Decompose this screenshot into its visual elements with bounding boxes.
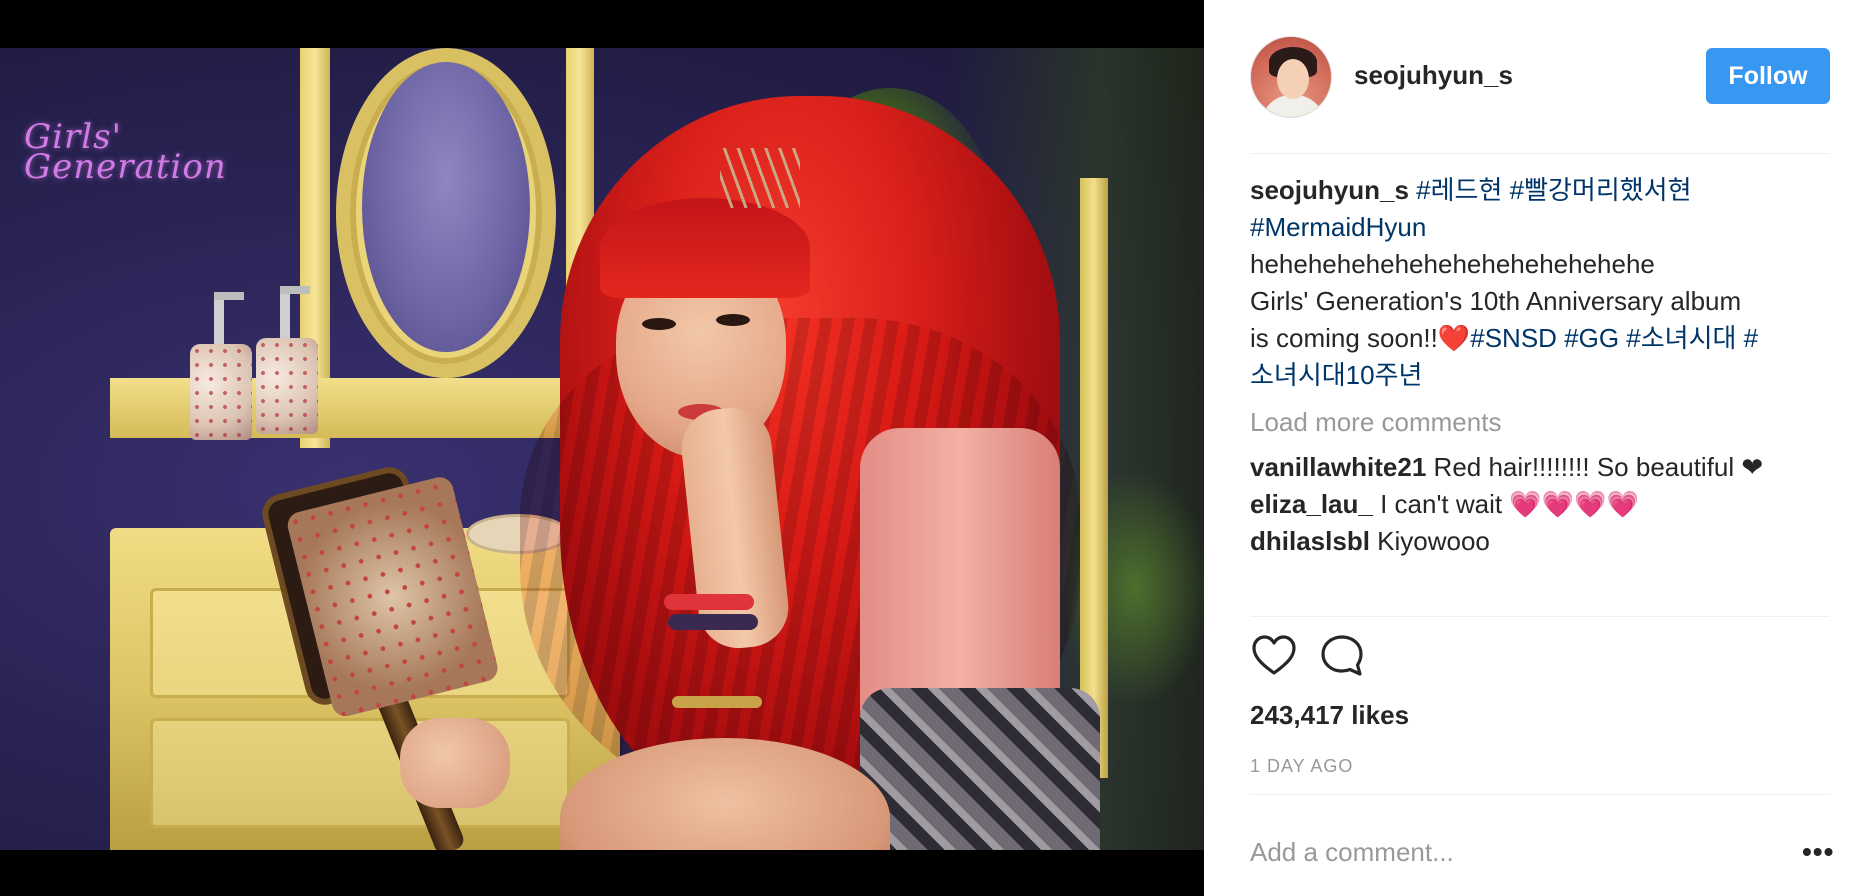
bracelet — [664, 594, 754, 610]
girls-generation-logo: Girls' Generation — [24, 120, 227, 187]
action-bar — [1250, 632, 1830, 688]
post-timestamp[interactable]: 1 DAY AGO — [1250, 756, 1353, 777]
hand — [400, 718, 510, 808]
bangle — [672, 696, 762, 708]
lotion-bottle — [256, 286, 318, 434]
hashtag-link[interactable]: #SNSD #GG #소녀시대 # — [1470, 323, 1758, 353]
caption-text: is coming soon!! — [1250, 323, 1438, 353]
comment: dhilaslsbl Kiyowooo — [1250, 523, 1830, 560]
comment-text: Kiyowooo — [1377, 526, 1490, 556]
divider — [1250, 794, 1830, 795]
bracelet — [668, 614, 758, 630]
comment: eliza_lau_ I can't wait 💗💗💗💗 — [1250, 486, 1830, 523]
heart-emoji: ❤ — [1741, 452, 1764, 482]
vanity-post — [1080, 178, 1108, 778]
lotion-bottle — [190, 292, 252, 440]
comment-text: I can't wait — [1380, 489, 1503, 519]
comments-list[interactable]: seojuhyun_s #레드현 #빨강머리했서현 #MermaidHyun h… — [1250, 172, 1830, 612]
heart-emoji: ❤️ — [1437, 323, 1471, 353]
comment-username-link[interactable]: eliza_lau_ — [1250, 489, 1373, 519]
follow-button[interactable]: Follow — [1706, 48, 1830, 104]
post-media: Girls' Generation — [0, 0, 1204, 896]
speech-bubble-icon[interactable] — [1318, 632, 1366, 680]
eye — [716, 314, 750, 326]
hair-pins — [720, 148, 800, 208]
comment-username-link[interactable]: dhilaslsbl — [1250, 526, 1370, 556]
logo-line: Generation — [24, 147, 227, 187]
patterned-skirt — [860, 688, 1100, 850]
post-sidebar: seojuhyun_s Follow seojuhyun_s #레드현 #빨강머… — [1204, 0, 1866, 896]
more-options-button[interactable]: ••• — [1802, 836, 1834, 868]
hashtag-link[interactable]: 소녀시대10주년 — [1250, 360, 1422, 390]
likes-count[interactable]: 243,417 likes — [1250, 700, 1409, 731]
post-photo[interactable]: Girls' Generation — [0, 48, 1204, 850]
comment-text: Red hair!!!!!!!! So beautiful — [1433, 452, 1735, 482]
heart-outline-icon[interactable] — [1250, 632, 1298, 680]
divider — [1250, 616, 1830, 617]
divider — [1250, 153, 1830, 154]
vanity-mirror-glass — [362, 62, 530, 352]
hashtag-link[interactable]: #레드현 #빨강머리했서현 — [1416, 175, 1691, 205]
header-username-link[interactable]: seojuhyun_s — [1354, 60, 1513, 91]
comment: vanillawhite21 Red hair!!!!!!!! So beaut… — [1250, 449, 1830, 486]
bangs — [600, 198, 810, 298]
caption-text: hehehehehehehehehehehehehehe — [1250, 249, 1655, 279]
caption: seojuhyun_s #레드현 #빨강머리했서현 #MermaidHyun h… — [1250, 172, 1830, 394]
comment-username-link[interactable]: vanillawhite21 — [1250, 452, 1426, 482]
caption-text: Girls' Generation's 10th Anniversary alb… — [1250, 286, 1742, 316]
hashtag-link[interactable]: #MermaidHyun — [1250, 212, 1426, 242]
caption-username-link[interactable]: seojuhyun_s — [1250, 175, 1409, 205]
dresser-shelf — [110, 378, 580, 438]
add-comment-input[interactable] — [1250, 832, 1770, 872]
heart-emoji: 💗💗💗💗 — [1509, 489, 1639, 519]
load-more-comments-link[interactable]: Load more comments — [1250, 404, 1830, 441]
avatar[interactable] — [1250, 36, 1332, 118]
eye — [642, 318, 676, 330]
